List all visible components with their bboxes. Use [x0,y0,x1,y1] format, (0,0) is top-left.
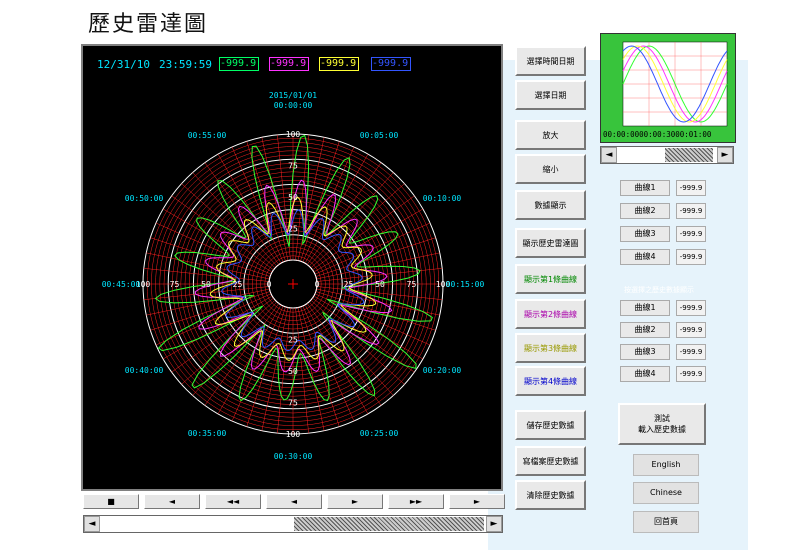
radial-tick-label-right: 25 [344,280,354,289]
radial-tick-label-bottom: 100 [286,430,301,439]
mini-scroll-right-icon[interactable]: ► [717,147,733,163]
mini-time-axis-label: 00:00:0000:00:3000:01:00 [603,130,712,139]
data-display-button[interactable]: 數據顯示 [515,190,586,220]
fast-forward-button[interactable]: ►► [388,494,444,509]
radar-time-label: 00:05:00 [360,131,399,140]
group2-title: 按選擇之歷史數據顯示 [624,286,694,294]
radial-tick-label-top: 50 [288,193,298,202]
scroll-thumb[interactable] [294,517,484,531]
group1-curve4-label: 曲線4 [620,249,670,265]
mini-scroll-left-icon[interactable]: ◄ [601,147,617,163]
home-button[interactable]: 回首頁 [633,511,699,533]
radial-tick-label-bottom: 25 [288,336,298,345]
radial-tick-label-right: 0 [315,280,320,289]
group2-curve2-value: -999.9 [676,322,706,338]
group1-curve2-label: 曲線2 [620,203,670,219]
group1-curve2-value: -999.9 [676,203,706,219]
radar-center-time: 00:00:00 [274,101,313,110]
load-history-line2: 載入歷史數據 [638,425,686,434]
group2-curve3-label: 曲線3 [620,344,670,360]
english-button[interactable]: English [633,454,699,476]
group2-curve4-value: -999.9 [676,366,706,382]
radar-time-label: 00:15:00 [446,280,485,289]
group1-curve3-value: -999.9 [676,226,706,242]
radar-time-label: 00:10:00 [423,194,462,203]
group2-curve4-label: 曲線4 [620,366,670,382]
radar-chart: 0 0252525 25505050 50757575 75100100100 10020… [102,91,485,461]
show-curve-2-button[interactable]: 顯示第2條曲線 [515,299,586,329]
scroll-right-arrow-icon[interactable]: ► [486,516,502,532]
radial-tick-label-bottom: 50 [288,367,298,376]
fast-back-button[interactable]: ◄◄ [205,494,261,509]
chinese-button[interactable]: Chinese [633,482,699,504]
mini-trend-chart: 00:00:0000:00:3000:01:00 [600,33,736,143]
header-value-1: -999.9 [219,57,259,71]
show-curve-4-button[interactable]: 顯示第4條曲線 [515,366,586,396]
zoom-out-button[interactable]: 縮小 [515,154,586,184]
show-curve-1-button[interactable]: 顯示第1條曲線 [515,264,586,294]
radial-tick-label-left: 25 [233,280,243,289]
play-back-button[interactable]: ◄ [266,494,322,509]
page-title: 歷史雷達圖 [88,12,209,37]
header-time: 23:59:59 [159,58,212,71]
radar-time-label: 00:25:00 [360,429,399,438]
select-date-button[interactable]: 選擇日期 [515,80,586,110]
header-date: 12/31/10 [97,58,150,71]
scroll-left-arrow-icon[interactable]: ◄ [84,516,100,532]
time-scrollbar[interactable]: ◄ ► [83,515,503,533]
write-history-button[interactable]: 寫檔案歷史數據 [515,446,586,476]
radar-time-label: 00:55:00 [188,131,227,140]
radial-tick-label-right: 75 [407,280,417,289]
zoom-in-button[interactable]: 放大 [515,120,586,150]
radar-center-date: 2015/01/01 [269,91,317,100]
radial-tick-label-right: 50 [375,280,385,289]
radar-time-label: 00:50:00 [125,194,164,203]
play-forward-button[interactable]: ► [327,494,383,509]
radar-time-label: 00:45:00 [102,280,141,289]
load-history-button[interactable]: 測試 載入歷史數據 [618,403,706,445]
radial-tick-label-left: 75 [170,280,180,289]
group2-curve2-label: 曲線2 [620,322,670,338]
radial-tick-label-left: 0 [267,280,272,289]
radar-time-label: 00:35:00 [188,429,227,438]
radial-tick-label-top: 75 [288,162,298,171]
clear-history-button[interactable]: 清除歷史數據 [515,480,586,510]
mini-scrollbar[interactable]: ◄ ► [600,146,734,164]
group2-curve3-value: -999.9 [676,344,706,360]
header-value-2: -999.9 [269,57,309,71]
radial-tick-label-bottom: 75 [288,399,298,408]
load-history-line1: 測試 [654,414,670,423]
show-history-radar-button[interactable]: 顯示歷史雷達圖 [515,228,586,258]
mini-scroll-thumb[interactable] [665,148,713,162]
group1-curve1-value: -999.9 [676,180,706,196]
show-curve-3-button[interactable]: 顯示第3條曲線 [515,333,586,363]
radial-tick-label-left: 50 [201,280,211,289]
header-value-3: -999.9 [319,57,359,71]
group2-curve1-label: 曲線1 [620,300,670,316]
select-datetime-button[interactable]: 選擇時間日期 [515,46,586,76]
radar-time-label: 00:30:00 [274,452,313,461]
radar-time-label: 00:40:00 [125,366,164,375]
group1-curve3-label: 曲線3 [620,226,670,242]
group1-curve1-label: 曲線1 [620,180,670,196]
step-back-button[interactable]: ◄ [144,494,200,509]
save-history-button[interactable]: 儲存歷史數據 [515,410,586,440]
mini-trend-plot [622,41,728,127]
radial-tick-label-top: 100 [286,130,301,139]
radial-tick-label-top: 25 [288,225,298,234]
radar-time-label: 00:20:00 [423,366,462,375]
radar-chart-panel: 0 0 25 25 25 25 50 50 50 50 75 75 75 75 100 100 100 100 20… [81,44,503,491]
stop-button[interactable]: ■ [83,494,139,509]
group1-curve4-value: -999.9 [676,249,706,265]
step-forward-button[interactable]: ► [449,494,505,509]
group2-curve1-value: -999.9 [676,300,706,316]
header-value-4: -999.9 [371,57,411,71]
